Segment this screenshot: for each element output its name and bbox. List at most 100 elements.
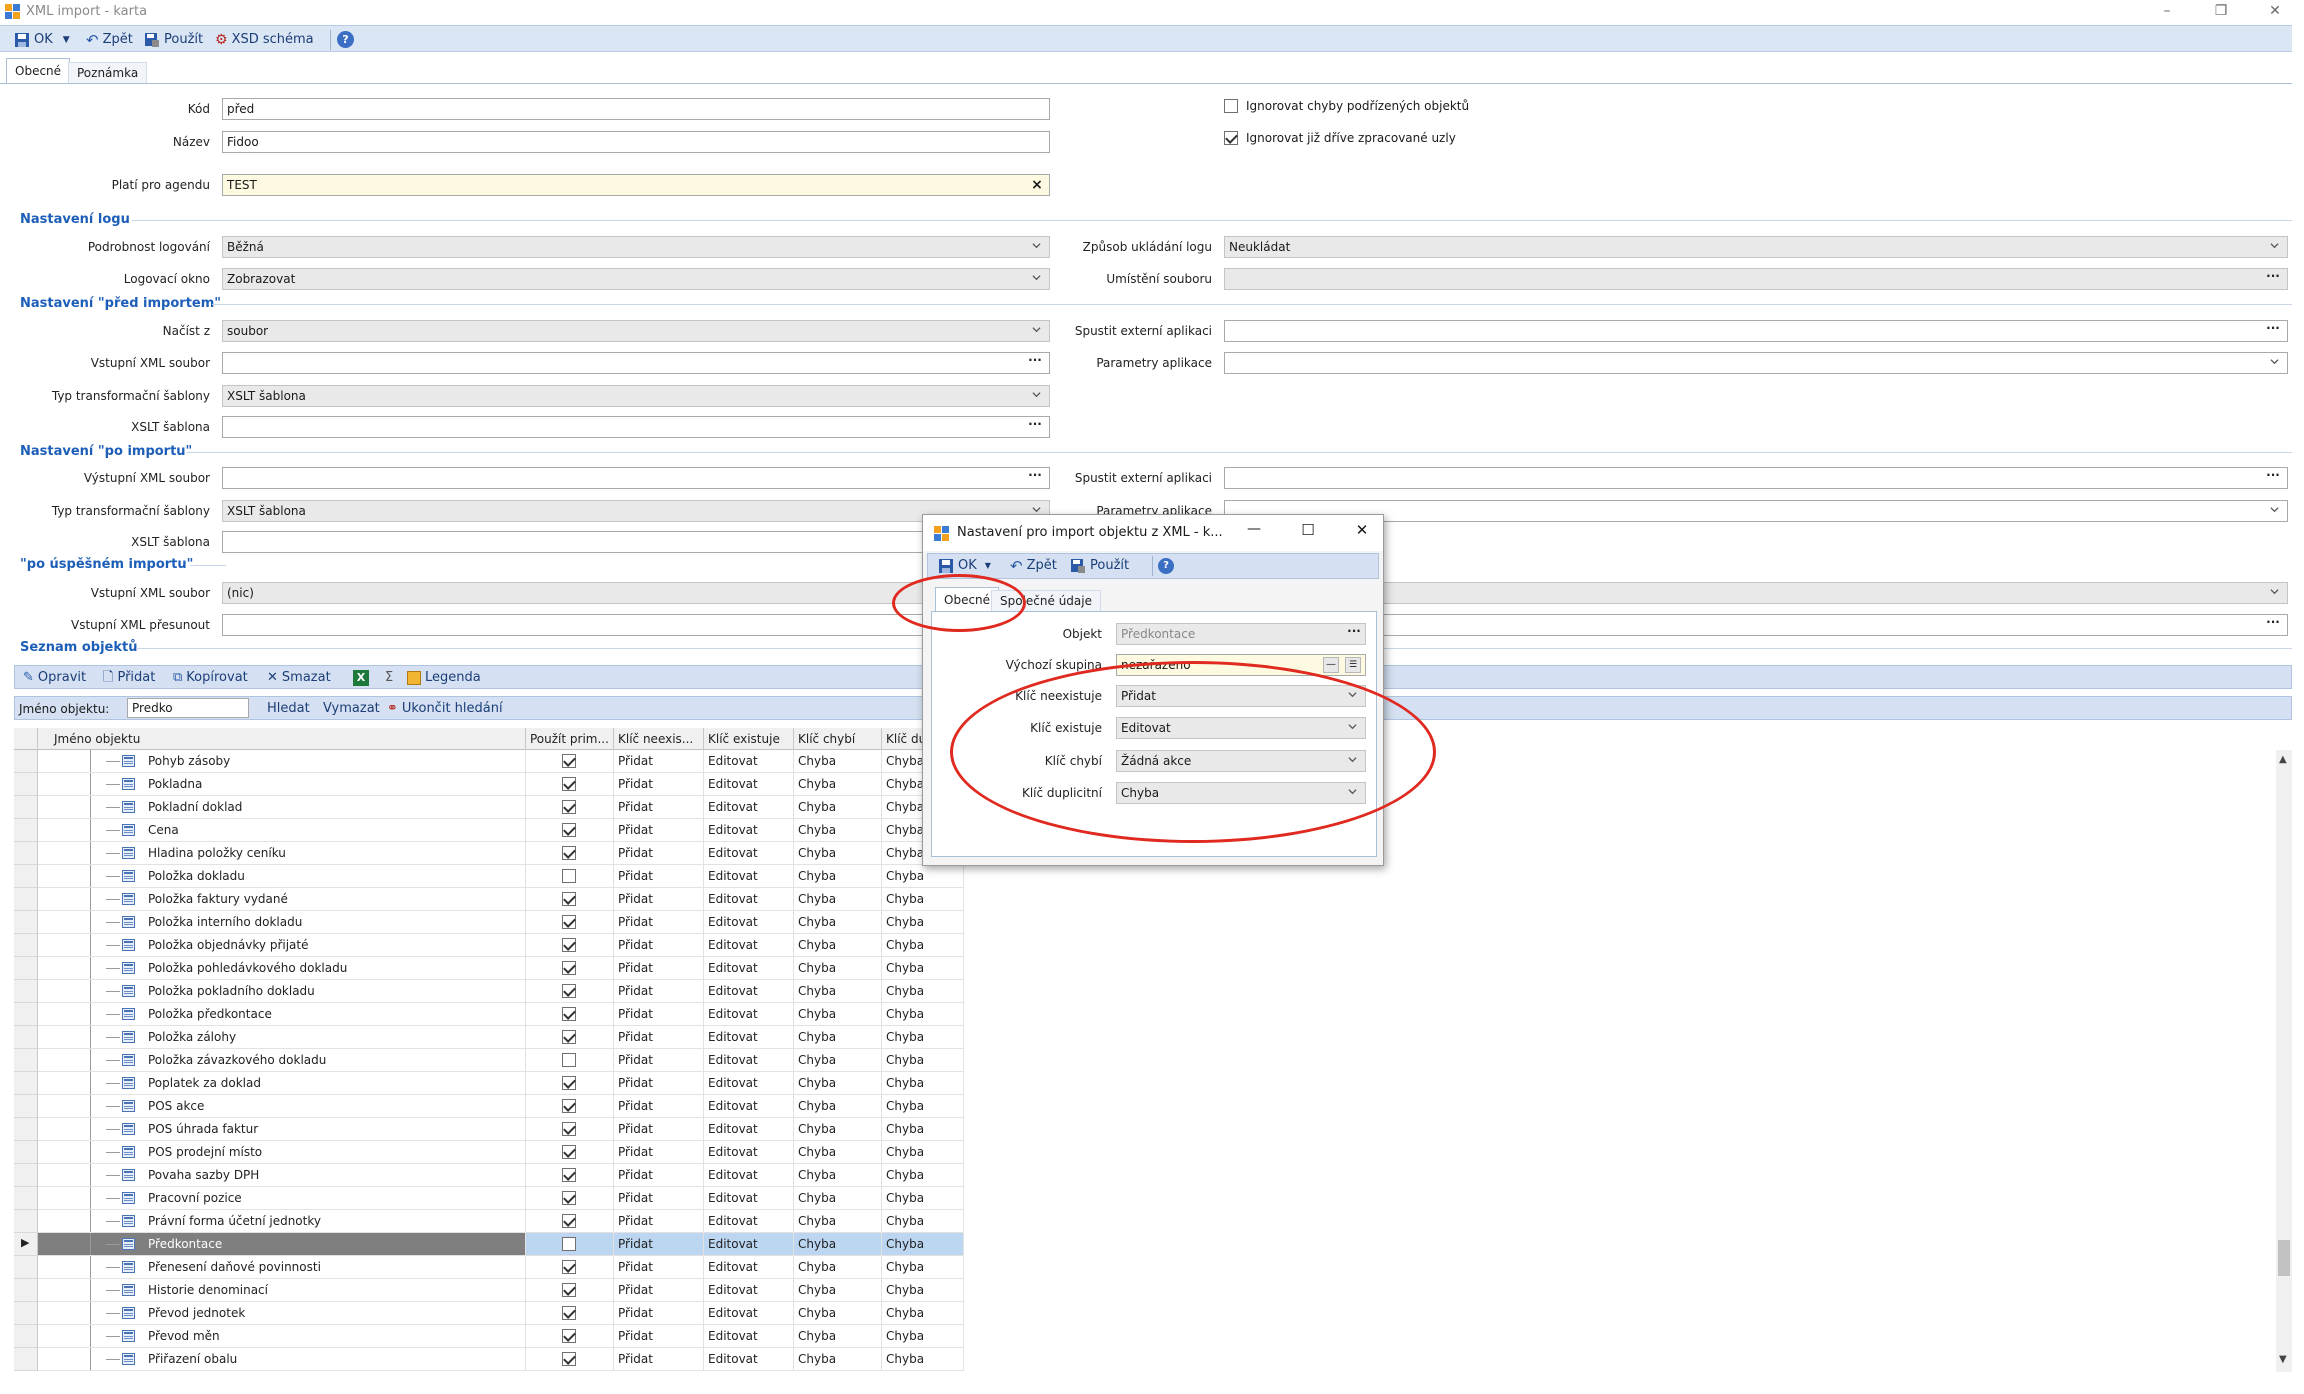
- key-duplicate-cell[interactable]: Chyba: [882, 1141, 964, 1164]
- use-primary-checkbox[interactable]: [562, 892, 576, 906]
- row-indicator[interactable]: [14, 957, 38, 980]
- browse-button[interactable]: ···: [2261, 469, 2285, 486]
- use-primary-cell[interactable]: [526, 980, 614, 1003]
- key-exists-cell[interactable]: Editovat: [704, 1141, 794, 1164]
- row-indicator[interactable]: [14, 911, 38, 934]
- use-primary-cell[interactable]: [526, 1210, 614, 1233]
- default-group-field[interactable]: nezařazeno — ☰: [1116, 654, 1366, 676]
- use-primary-checkbox[interactable]: [562, 915, 576, 929]
- table-row[interactable]: Položka dokladu Přidat Editovat Chyba Chyba: [14, 865, 964, 888]
- key-missing-cell[interactable]: Přidat: [614, 1141, 704, 1164]
- key-exists-cell[interactable]: Editovat: [704, 750, 794, 773]
- column-header-key-exists[interactable]: Klíč existuje: [704, 728, 794, 750]
- key-absent-cell[interactable]: Chyba: [794, 1141, 882, 1164]
- use-primary-checkbox[interactable]: [562, 1352, 576, 1366]
- use-primary-checkbox[interactable]: [562, 1329, 576, 1343]
- key-missing-cell[interactable]: Přidat: [614, 1049, 704, 1072]
- sum-button[interactable]: Σ: [385, 668, 393, 688]
- key-duplicate-cell[interactable]: Chyba: [882, 957, 964, 980]
- use-primary-cell[interactable]: [526, 1279, 614, 1302]
- key-missing-cell[interactable]: Přidat: [614, 1279, 704, 1302]
- chevron-down-icon[interactable]: ▼: [63, 30, 70, 50]
- tab-general[interactable]: Obecné: [6, 58, 71, 84]
- key-missing-cell[interactable]: Přidat: [614, 1095, 704, 1118]
- key-missing-cell[interactable]: Přidat: [614, 1348, 704, 1371]
- key-missing-cell[interactable]: Přidat: [614, 911, 704, 934]
- object-name-cell[interactable]: Položka dokladu: [38, 865, 526, 888]
- use-primary-cell[interactable]: [526, 1233, 614, 1256]
- key-duplicate-cell[interactable]: Chyba: [882, 1348, 964, 1371]
- use-primary-checkbox[interactable]: [562, 846, 576, 860]
- key-exists-cell[interactable]: Editovat: [704, 1348, 794, 1371]
- column-header-name[interactable]: Jméno objektu: [38, 728, 526, 750]
- key-exists-cell[interactable]: Editovat: [704, 1233, 794, 1256]
- row-indicator[interactable]: [14, 1348, 38, 1371]
- key-exists-cell[interactable]: Editovat: [704, 1049, 794, 1072]
- use-primary-checkbox[interactable]: [562, 823, 576, 837]
- use-primary-cell[interactable]: [526, 1026, 614, 1049]
- object-name-cell[interactable]: Hladina položky ceníku: [38, 842, 526, 865]
- edit-button[interactable]: ✎ Opravit: [23, 668, 86, 688]
- use-primary-cell[interactable]: [526, 1072, 614, 1095]
- scroll-up-icon[interactable]: ▲: [2279, 754, 2287, 765]
- key-absent-cell[interactable]: Chyba: [794, 1118, 882, 1141]
- use-primary-checkbox[interactable]: [562, 1306, 576, 1320]
- use-primary-checkbox[interactable]: [562, 1145, 576, 1159]
- table-row[interactable]: Přenesení daňové povinnosti Přidat Editova…: [14, 1256, 964, 1279]
- key-exists-cell[interactable]: Editovat: [704, 842, 794, 865]
- key-exists-cell[interactable]: Editovat: [704, 1210, 794, 1233]
- table-row[interactable]: Položka zálohy Přidat Editovat Chyba Chyba: [14, 1026, 964, 1049]
- row-indicator[interactable]: [14, 1302, 38, 1325]
- key-exists-cell[interactable]: Editovat: [704, 1279, 794, 1302]
- log-save-select[interactable]: Neukládat: [1224, 236, 2288, 258]
- table-row[interactable]: Položka pokladního dokladu Přidat Editovat…: [14, 980, 964, 1003]
- dialog-apply-button[interactable]: Použít: [1070, 556, 1129, 576]
- log-detail-select[interactable]: Běžná: [222, 236, 1050, 258]
- table-row[interactable]: Povaha sazby DPH Přidat Editovat Chyba Chyba: [14, 1164, 964, 1187]
- row-indicator[interactable]: [14, 865, 38, 888]
- row-indicator[interactable]: [14, 796, 38, 819]
- column-header-key-missing[interactable]: Klíč neexis...: [614, 728, 704, 750]
- key-absent-cell[interactable]: Chyba: [794, 1072, 882, 1095]
- use-primary-cell[interactable]: [526, 1187, 614, 1210]
- use-primary-checkbox[interactable]: [562, 1122, 576, 1136]
- use-primary-cell[interactable]: [526, 1003, 614, 1026]
- object-name-cell[interactable]: Položka objednávky přijaté: [38, 934, 526, 957]
- object-name-cell[interactable]: Pokladna: [38, 773, 526, 796]
- table-row[interactable]: Historie denominací Přidat Editovat Chyba Ch…: [14, 1279, 964, 1302]
- object-name-cell[interactable]: Položka interního dokladu: [38, 911, 526, 934]
- key-exists-cell[interactable]: Editovat: [704, 865, 794, 888]
- table-row[interactable]: POS úhrada faktur Přidat Editovat Chyba Chyb…: [14, 1118, 964, 1141]
- key-duplicate-cell[interactable]: Chyba: [882, 1026, 964, 1049]
- use-primary-cell[interactable]: [526, 1325, 614, 1348]
- key-exists-cell[interactable]: Editovat: [704, 1118, 794, 1141]
- row-indicator[interactable]: ▶: [14, 1233, 38, 1256]
- key-exists-cell[interactable]: Editovat: [704, 773, 794, 796]
- object-name-cell[interactable]: Předkontace: [38, 1233, 526, 1256]
- key-missing-cell[interactable]: Přidat: [614, 1118, 704, 1141]
- row-indicator[interactable]: [14, 1210, 38, 1233]
- load-from-select[interactable]: soubor: [222, 320, 1050, 342]
- table-row[interactable]: Položka závazkového dokladu Přidat Editova…: [14, 1049, 964, 1072]
- row-indicator[interactable]: [14, 1118, 38, 1141]
- browse-button[interactable]: ···: [1023, 418, 1047, 435]
- object-name-cell[interactable]: Cena: [38, 819, 526, 842]
- log-window-select[interactable]: Zobrazovat: [222, 268, 1050, 290]
- key-absent-cell[interactable]: Chyba: [794, 911, 882, 934]
- dialog-back-button[interactable]: ↶ Zpět: [1010, 556, 1057, 576]
- key-missing-cell[interactable]: Přidat: [614, 957, 704, 980]
- key-absent-cell[interactable]: Chyba: [794, 980, 882, 1003]
- row-indicator[interactable]: [14, 888, 38, 911]
- object-name-cell[interactable]: Položka faktury vydané: [38, 888, 526, 911]
- use-primary-checkbox[interactable]: [562, 1168, 576, 1182]
- table-row[interactable]: Položka pohledávkového dokladu Přidat Edit…: [14, 957, 964, 980]
- key-exists-cell[interactable]: Editovat: [704, 1026, 794, 1049]
- table-row[interactable]: Položka faktury vydané Přidat Editovat Chyb…: [14, 888, 964, 911]
- row-indicator[interactable]: [14, 819, 38, 842]
- use-primary-checkbox[interactable]: [562, 938, 576, 952]
- dialog-tab-shared[interactable]: Společné údaje: [991, 590, 1101, 612]
- key-missing-cell[interactable]: Přidat: [614, 1164, 704, 1187]
- key-absent-cell[interactable]: Chyba: [794, 1003, 882, 1026]
- key-absent-cell[interactable]: Chyba: [794, 1256, 882, 1279]
- use-primary-checkbox[interactable]: [562, 777, 576, 791]
